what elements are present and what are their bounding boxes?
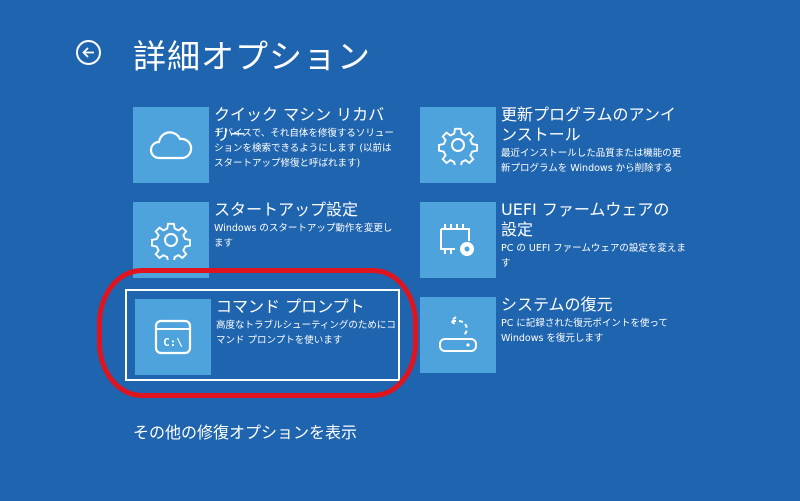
option-system-restore[interactable]: システムの復元 PC に記録された復元ポイントを使って Windows を復元し…: [412, 289, 687, 379]
gear-icon: [151, 222, 191, 260]
restore-icon: [439, 316, 477, 352]
option-quick-machine-recovery[interactable]: クイック マシン リカバリー デバイスで、それ自体を修復するソリューションを検索…: [125, 99, 400, 189]
option-description: PC の UEFI ファームウェアの設定を変えます: [501, 243, 686, 269]
option-uefi-settings[interactable]: UEFI ファームウェアの設定 PC の UEFI ファームウェアの設定を変えま…: [412, 194, 687, 284]
chip-gear-icon: [440, 224, 474, 256]
option-description: Windows のスタートアップ動作を変更します: [214, 223, 393, 249]
option-description: PC に記録された復元ポイントを使って Windows を復元します: [501, 318, 668, 344]
option-title: UEFI ファームウェアの設定: [501, 200, 670, 239]
option-description: デバイスで、それ自体を修復するソリューションを検索できるようにします (以前はス…: [214, 128, 394, 169]
option-description: 最近インストールした品質または機能の更新プログラムを Windows から削除す…: [501, 148, 682, 174]
gear-icon: [438, 127, 478, 165]
option-title: 更新プログラムのアンインストール: [501, 105, 676, 144]
svg-text:C:\: C:\: [163, 336, 183, 349]
option-uninstall-updates[interactable]: 更新プログラムのアンインストール 最近インストールした品質または機能の更新プログ…: [412, 99, 687, 189]
cloud-icon: [149, 131, 193, 160]
option-command-prompt[interactable]: C:\ コマンド プロンプト 高度なトラブルシューティングのためにコマンド プロ…: [125, 289, 400, 381]
command-prompt-icon: C:\: [154, 319, 192, 355]
back-button[interactable]: [76, 40, 101, 65]
option-description: 高度なトラブルシューティングのためにコマンド プロンプトを使います: [216, 320, 396, 346]
option-title: コマンド プロンプト: [216, 297, 365, 316]
option-title: スタートアップ設定: [214, 200, 359, 219]
page-title: 詳細オプション: [133, 37, 371, 76]
more-repair-options-link[interactable]: その他の修復オプションを表示: [133, 419, 357, 443]
option-startup-settings[interactable]: スタートアップ設定 Windows のスタートアップ動作を変更します: [125, 194, 400, 284]
option-title: システムの復元: [501, 295, 613, 314]
back-arrow-icon: [82, 47, 94, 58]
